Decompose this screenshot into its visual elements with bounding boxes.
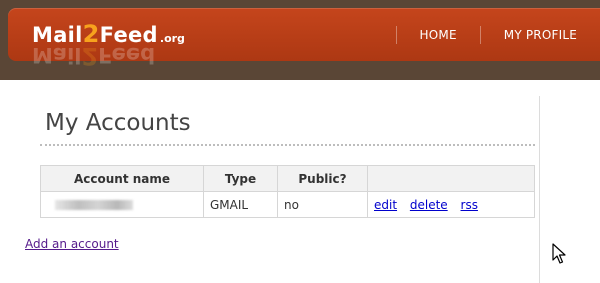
page-title: My Accounts — [45, 110, 191, 136]
logo-text: Mail2Feed — [32, 20, 158, 48]
table-header-row: Account name Type Public? — [40, 165, 535, 192]
site-header: Mail2Feed .org Mail2Feed HOME MY PROFILE — [8, 8, 600, 70]
delete-link[interactable]: delete — [410, 198, 448, 212]
site-logo[interactable]: Mail2Feed .org Mail2Feed — [32, 20, 185, 70]
rss-link[interactable]: rss — [461, 198, 478, 212]
mouse-pointer-icon — [552, 243, 566, 264]
edit-link[interactable]: edit — [374, 198, 397, 212]
logo-tld: .org — [159, 32, 185, 45]
title-underline — [40, 144, 535, 146]
column-header-type: Type — [203, 165, 278, 192]
column-header-account-name: Account name — [40, 165, 204, 192]
column-header-actions — [367, 165, 535, 192]
account-public-cell: no — [277, 191, 368, 218]
accounts-table: Account name Type Public? GMAIL no edit … — [40, 165, 535, 218]
redacted-account-name — [55, 200, 133, 210]
column-header-public: Public? — [277, 165, 368, 192]
account-type-cell: GMAIL — [203, 191, 278, 218]
account-name-cell — [40, 191, 204, 218]
page: Mail2Feed .org Mail2Feed HOME MY PROFILE … — [0, 0, 600, 283]
main-nav: HOME MY PROFILE — [395, 8, 600, 61]
content-divider — [539, 96, 540, 283]
add-account-link[interactable]: Add an account — [25, 237, 119, 251]
table-row: GMAIL no edit delete rss — [40, 191, 535, 218]
account-actions-cell: edit delete rss — [367, 191, 535, 218]
nav-home-link[interactable]: HOME — [397, 28, 480, 42]
nav-my-profile-link[interactable]: MY PROFILE — [481, 28, 600, 42]
